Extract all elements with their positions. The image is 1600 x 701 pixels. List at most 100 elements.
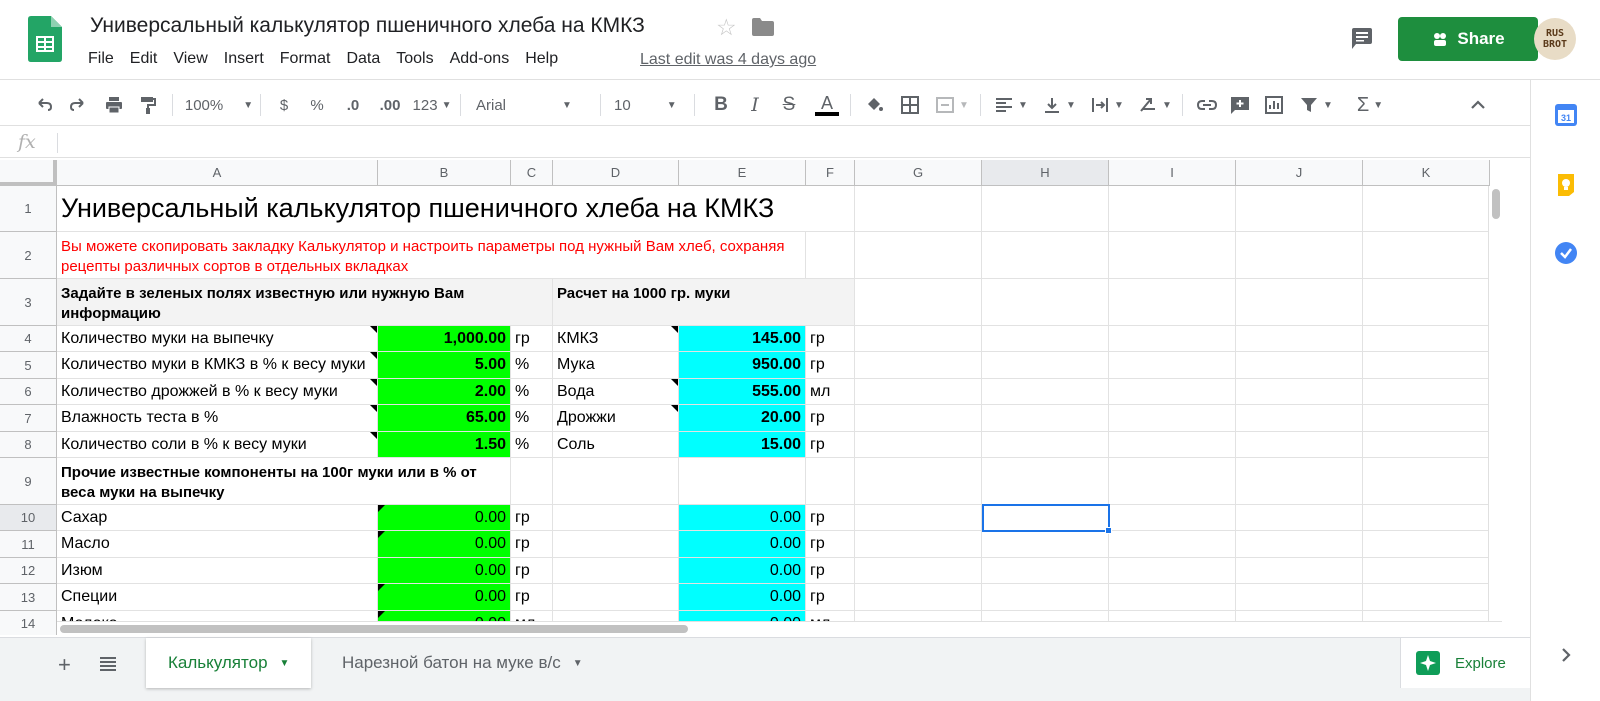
sheet-tab-baton[interactable]: Нарезной батон на муке в/с ▼ xyxy=(320,638,605,688)
column-header-f[interactable]: F xyxy=(806,160,855,186)
menu-format[interactable]: Format xyxy=(280,50,331,68)
other-unit[interactable]: гр xyxy=(511,558,553,584)
menu-help[interactable]: Help xyxy=(525,50,558,68)
row-header-4[interactable]: 4 xyxy=(0,326,57,352)
menu-edit[interactable]: Edit xyxy=(130,50,158,68)
cell-c9[interactable] xyxy=(511,458,553,505)
collapse-toolbar-icon[interactable] xyxy=(1466,92,1490,118)
empty-cell[interactable] xyxy=(855,432,982,458)
empty-cell[interactable] xyxy=(855,232,982,279)
column-header-g[interactable]: G xyxy=(855,160,982,186)
explore-button[interactable]: Explore xyxy=(1400,638,1530,688)
empty-cell[interactable] xyxy=(1363,326,1490,352)
result-unit[interactable]: гр xyxy=(806,352,855,379)
empty-cell[interactable] xyxy=(1109,458,1236,505)
empty-cell[interactable] xyxy=(855,326,982,352)
empty-cell[interactable] xyxy=(982,584,1109,611)
column-header-d[interactable]: D xyxy=(553,160,679,186)
active-cell-selection[interactable] xyxy=(982,504,1110,532)
empty-cell[interactable] xyxy=(1363,584,1490,611)
empty-cell[interactable] xyxy=(982,352,1109,379)
horizontal-align-icon[interactable]: ▼ xyxy=(992,92,1030,118)
print-icon[interactable] xyxy=(102,92,126,118)
result-label[interactable]: Мука xyxy=(553,352,679,379)
column-header-e[interactable]: E xyxy=(679,160,806,186)
cell-e9[interactable] xyxy=(679,458,806,505)
other-value-input[interactable]: 0.00 xyxy=(378,531,511,558)
filter-icon[interactable]: ▼ xyxy=(1296,92,1336,118)
param-label[interactable]: Количество муки в КМКЗ в % к весу муки xyxy=(57,352,378,379)
cell-d11[interactable] xyxy=(553,531,679,558)
menu-file[interactable]: File xyxy=(88,50,114,68)
empty-cell[interactable] xyxy=(855,405,982,432)
result-label[interactable]: Вода xyxy=(553,379,679,405)
column-header-j[interactable]: J xyxy=(1236,160,1363,186)
row-header-5[interactable]: 5 xyxy=(0,352,57,379)
empty-cell[interactable] xyxy=(982,405,1109,432)
comment-history-icon[interactable] xyxy=(1350,27,1374,51)
text-wrapping-icon[interactable]: ▼ xyxy=(1088,92,1126,118)
empty-cell[interactable] xyxy=(1109,432,1236,458)
result-label[interactable]: Соль xyxy=(553,432,679,458)
param-value-input[interactable]: 2.00 xyxy=(378,379,511,405)
empty-cell[interactable] xyxy=(1109,558,1236,584)
empty-cell[interactable] xyxy=(855,352,982,379)
row-header-6[interactable]: 6 xyxy=(0,379,57,405)
menu-data[interactable]: Data xyxy=(346,50,380,68)
param-unit[interactable]: % xyxy=(511,379,553,405)
param-value-input[interactable]: 1.50 xyxy=(378,432,511,458)
empty-cell[interactable] xyxy=(982,379,1109,405)
param-unit[interactable]: % xyxy=(511,352,553,379)
undo-icon[interactable] xyxy=(32,92,56,118)
star-icon[interactable]: ☆ xyxy=(716,14,737,41)
result-unit[interactable]: гр xyxy=(806,432,855,458)
row-header-1[interactable]: 1 xyxy=(0,186,57,232)
row-header-9[interactable]: 9 xyxy=(0,458,57,505)
calendar-icon[interactable]: 31 xyxy=(1553,102,1579,128)
borders-icon[interactable] xyxy=(898,92,922,118)
empty-cell[interactable] xyxy=(1109,232,1236,279)
empty-cell[interactable] xyxy=(1236,352,1363,379)
result-value[interactable]: 555.00 xyxy=(679,379,806,405)
other-label[interactable]: Сахар xyxy=(57,505,378,531)
param-unit[interactable]: % xyxy=(511,405,553,432)
result-unit[interactable]: гр xyxy=(806,405,855,432)
strikethrough-icon[interactable]: S xyxy=(778,92,800,118)
add-sheet-icon[interactable]: + xyxy=(58,652,71,678)
column-header-h[interactable]: H xyxy=(982,160,1109,186)
merge-cells-icon[interactable]: ▼ xyxy=(932,92,972,118)
instruction-note-cell[interactable]: Вы можете скопировать закладку Калькулят… xyxy=(57,232,806,279)
empty-cell[interactable] xyxy=(982,458,1109,505)
empty-cell[interactable] xyxy=(1236,232,1363,279)
result-value[interactable]: 15.00 xyxy=(679,432,806,458)
redo-icon[interactable] xyxy=(66,92,90,118)
insert-link-icon[interactable] xyxy=(1194,92,1220,118)
empty-cell[interactable] xyxy=(982,326,1109,352)
empty-cell[interactable] xyxy=(1363,232,1490,279)
param-label[interactable]: Количество муки на выпечку xyxy=(57,326,378,352)
share-button[interactable]: Share xyxy=(1398,17,1538,61)
text-color-icon[interactable]: A xyxy=(814,92,840,118)
result-label[interactable]: КМКЗ xyxy=(553,326,679,352)
fill-color-icon[interactable] xyxy=(862,92,886,118)
empty-cell[interactable] xyxy=(1236,405,1363,432)
result-value[interactable]: 145.00 xyxy=(679,326,806,352)
column-header-c[interactable]: C xyxy=(511,160,553,186)
other-value-input[interactable]: 0.00 xyxy=(378,558,511,584)
other-label[interactable]: Специи xyxy=(57,584,378,611)
empty-cell[interactable] xyxy=(855,458,982,505)
param-label[interactable]: Количество дрожжей в % к весу муки xyxy=(57,379,378,405)
sheet-tab-calculator[interactable]: Калькулятор ▼ xyxy=(146,638,312,688)
empty-cell[interactable] xyxy=(1236,531,1363,558)
other-result[interactable]: 0.00 xyxy=(679,531,806,558)
vertical-align-icon[interactable]: ▼ xyxy=(1040,92,1078,118)
empty-cell[interactable] xyxy=(982,531,1109,558)
other-result-unit[interactable]: гр xyxy=(806,505,855,531)
other-result[interactable]: 0.00 xyxy=(679,558,806,584)
sheet-tab-menu-icon[interactable]: ▼ xyxy=(280,658,290,669)
empty-cell[interactable] xyxy=(982,558,1109,584)
empty-cell[interactable] xyxy=(1363,505,1490,531)
row-header-12[interactable]: 12 xyxy=(0,558,57,584)
menu-insert[interactable]: Insert xyxy=(224,50,264,68)
other-unit[interactable]: гр xyxy=(511,531,553,558)
